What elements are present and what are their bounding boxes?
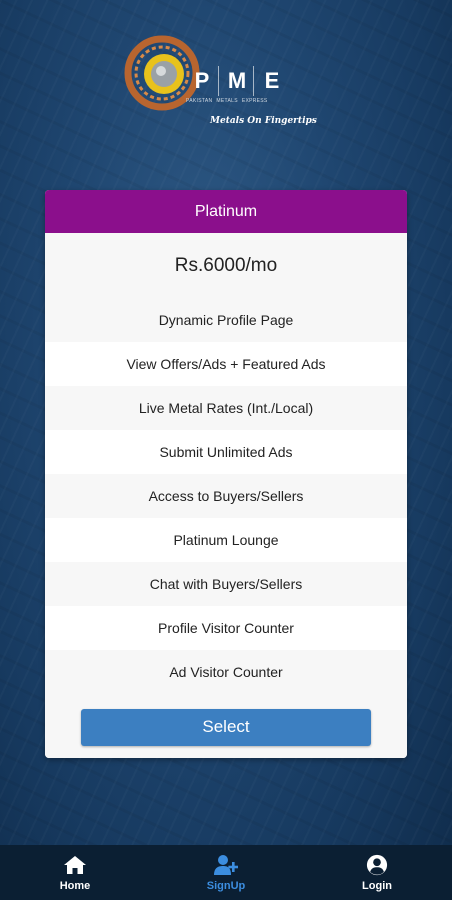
brand-sub-word: METALS (216, 98, 238, 104)
nav-signup-label: SignUp (206, 879, 246, 892)
plan-price: Rs.6000/mo (45, 233, 407, 298)
brand-sub-word: EXPRESS (241, 98, 268, 104)
brand-letter: M (221, 66, 254, 96)
brand-letter: E (264, 68, 280, 93)
feature-item: Platinum Lounge (45, 518, 407, 562)
brand-sub-word: PAKISTAN (186, 98, 213, 104)
feature-item: Submit Unlimited Ads (45, 430, 407, 474)
feature-item: Ad Visitor Counter (45, 650, 407, 694)
nav-login-label: Login (362, 879, 392, 892)
brand-tagline: Metals On Fingertips (210, 116, 317, 126)
select-plan-button[interactable]: Select (81, 708, 371, 746)
feature-item: View Offers/Ads + Featured Ads (45, 342, 407, 386)
feature-list: Dynamic Profile Page View Offers/Ads + F… (45, 298, 407, 694)
feature-item: Live Metal Rates (Int./Local) (45, 386, 407, 430)
nav-login[interactable]: Login (302, 845, 452, 900)
brand-letters: P M E (186, 66, 288, 96)
brand-subtitle: PAKISTAN METALS EXPRESS (186, 98, 268, 104)
pme-logo: P M E PAKISTAN METALS EXPRESS Metals On … (124, 28, 334, 138)
feature-item: Profile Visitor Counter (45, 606, 407, 650)
feature-item: Dynamic Profile Page (45, 298, 407, 342)
plan-card: Platinum Rs.6000/mo Dynamic Profile Page… (45, 190, 407, 758)
add-user-icon (214, 854, 238, 875)
bottom-navigation: Home SignUp Login (0, 845, 452, 900)
brand-letter: P (186, 66, 219, 96)
feature-item: Chat with Buyers/Sellers (45, 562, 407, 606)
feature-item: Access to Buyers/Sellers (45, 474, 407, 518)
select-wrapper: Select (45, 694, 407, 758)
nav-home[interactable]: Home (0, 845, 150, 900)
nav-home-label: Home (59, 879, 91, 892)
plan-title: Platinum (45, 190, 407, 233)
home-icon (64, 855, 86, 874)
nav-signup[interactable]: SignUp (151, 845, 301, 900)
user-circle-icon (366, 854, 388, 875)
